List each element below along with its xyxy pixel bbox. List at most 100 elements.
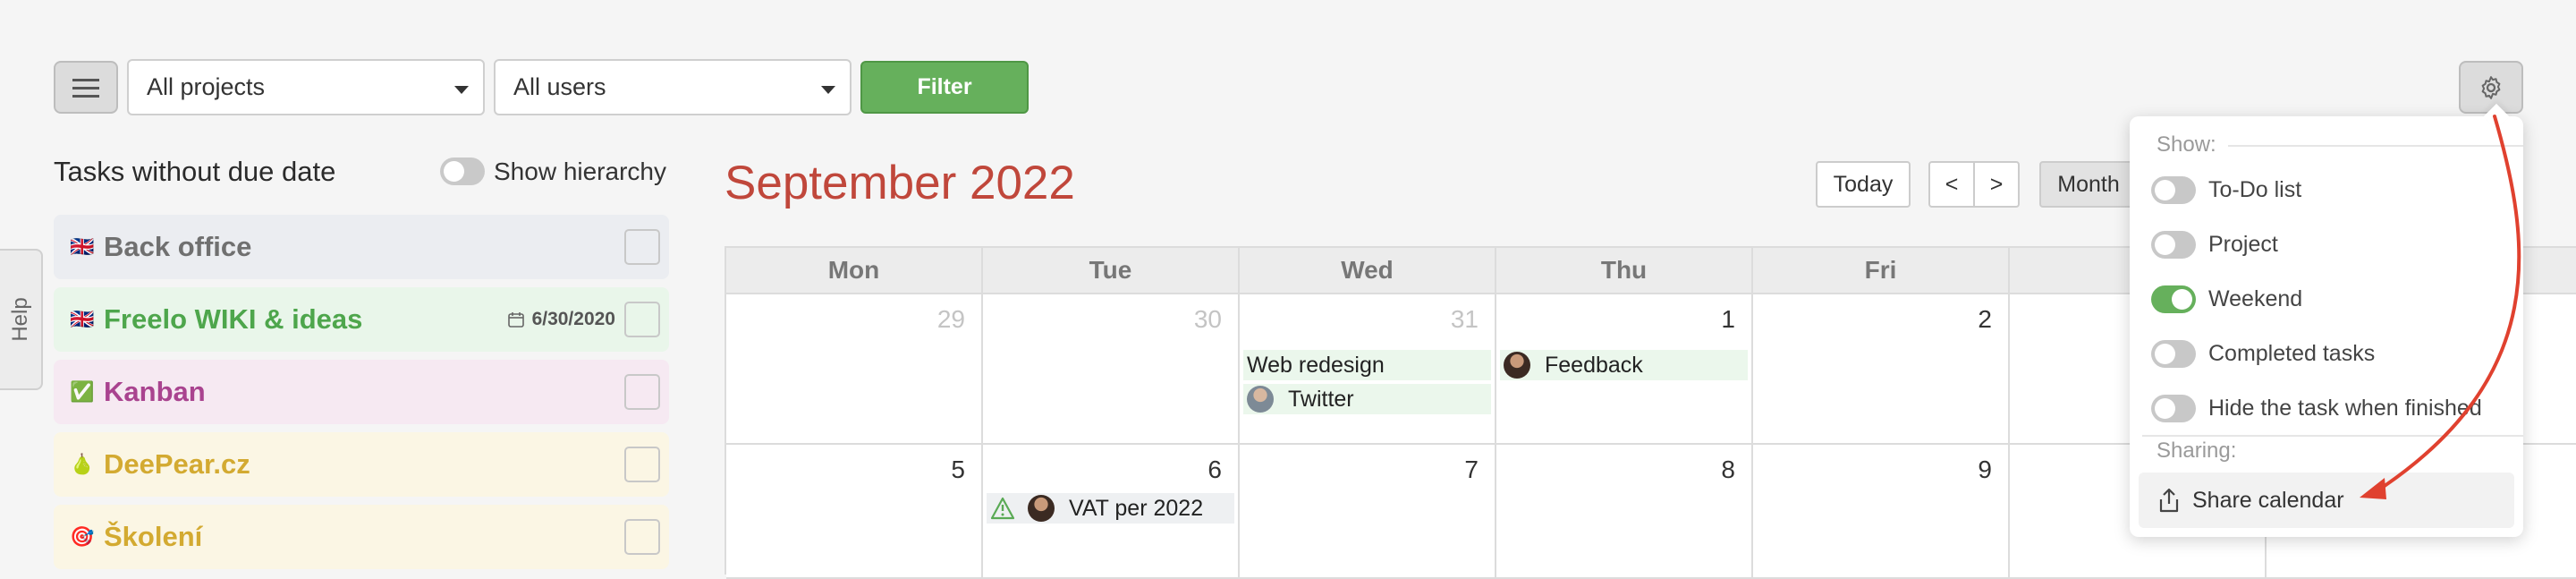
help-tab[interactable]: Help [0,249,43,390]
day-cell[interactable]: 31 Web redesign Twitter [1240,294,1496,445]
day-number: 1 [1721,305,1735,333]
toggle-knob [2155,343,2175,364]
day-number: 7 [1464,456,1479,483]
chevron-down-icon [454,86,469,94]
weekday-header: Tue [983,248,1240,294]
day-cell[interactable]: 7 [1240,445,1496,579]
option-todo-list[interactable]: To-Do list [2151,174,2301,206]
option-label: Hide the task when finished [2208,395,2482,421]
toggle-switch[interactable] [2151,394,2196,422]
calendar-icon [507,312,524,328]
task-checkbox[interactable] [624,519,660,555]
toggle-knob [2155,179,2175,200]
day-cell[interactable]: 5 [726,445,983,579]
project-icon: 🇬🇧 [70,235,95,258]
toggle-knob [2155,234,2175,255]
task-name[interactable]: DeePear.cz [104,448,250,481]
task-name[interactable]: Kanban [104,376,206,408]
task-checkbox[interactable] [624,302,660,337]
toggle-knob [2155,397,2175,419]
day-number: 29 [936,305,965,333]
gear-icon [2481,75,2501,99]
due-date-text: 6/30/2020 [531,309,615,329]
project-select[interactable]: All projects [127,59,485,115]
day-number: 5 [951,456,965,483]
weekday-header: Fri [1753,248,2010,294]
day-number: 30 [1193,305,1222,333]
user-select[interactable]: All users [494,59,852,115]
hamburger-icon [72,78,99,98]
avatar [1504,352,1530,379]
share-calendar-button[interactable]: Share calendar [2139,473,2514,528]
day-number: 6 [1208,456,1222,483]
option-hide-finished[interactable]: Hide the task when finished [2151,392,2482,424]
next-month-button[interactable]: > [1973,161,2020,208]
task-row[interactable]: 🎯 Školení [54,505,669,569]
day-cell[interactable]: 30 [983,294,1240,445]
task-name[interactable]: Školení [104,521,202,553]
month-view-button[interactable]: Month [2039,161,2138,208]
event-label: Twitter [1288,386,1354,412]
task-row[interactable]: ✅ Kanban [54,360,669,424]
task-checkbox[interactable] [624,229,660,265]
sharing-section-header: Sharing: [2157,439,2237,463]
share-calendar-label: Share calendar [2192,487,2344,513]
toggle-switch[interactable] [2151,339,2196,368]
calendar-title: September 2022 [724,157,1075,209]
event-label: Web redesign [1247,352,1385,378]
help-label: Help [8,297,32,342]
day-cell[interactable]: 29 [726,294,983,445]
calendar-event[interactable]: VAT per 2022 [987,493,1234,524]
calendar-event[interactable]: Feedback [1500,350,1748,380]
today-button[interactable]: Today [1816,161,1911,208]
day-number: 2 [1978,305,1992,333]
day-cell[interactable]: 8 [1496,445,1753,579]
prev-month-button[interactable]: < [1928,161,1975,208]
option-weekend[interactable]: Weekend [2151,283,2302,315]
project-icon: 🎯 [70,525,95,548]
task-checkbox[interactable] [624,447,660,482]
weekday-header: Thu [1496,248,1753,294]
calendar-event[interactable]: Web redesign [1243,350,1491,380]
day-cell[interactable]: 1 Feedback [1496,294,1753,445]
project-icon: 🍐 [70,453,95,475]
avatar [1247,386,1274,413]
event-label: VAT per 2022 [1069,495,1204,521]
event-label: Feedback [1545,352,1643,378]
option-label: To-Do list [2208,176,2302,202]
show-hierarchy-toggle[interactable] [440,158,485,185]
day-number: 31 [1450,305,1479,333]
toggle-switch[interactable] [2151,285,2196,313]
weekday-header: Wed [1240,248,1496,294]
task-row[interactable]: 🇬🇧 Back office [54,215,669,279]
show-hierarchy-label: Show hierarchy [494,158,666,185]
task-name[interactable]: Back office [104,231,251,263]
task-checkbox[interactable] [624,374,660,410]
day-cell[interactable]: 2 [1753,294,2010,445]
toggle-switch[interactable] [2151,175,2196,204]
task-row[interactable]: 🇬🇧 Freelo WIKI & ideas 6/30/2020 [54,287,669,352]
option-project[interactable]: Project [2151,228,2278,260]
calendar-event[interactable]: Twitter [1243,384,1491,414]
option-label: Weekend [2208,285,2303,311]
option-completed-tasks[interactable]: Completed tasks [2151,337,2375,370]
settings-button[interactable] [2459,61,2523,114]
due-date: 6/30/2020 [507,309,615,330]
settings-dropdown: Show: To-Do list Project Weekend Complet… [2130,103,2523,537]
share-icon [2159,488,2179,513]
toggle-knob [444,161,464,182]
option-label: Project [2208,231,2278,257]
day-cell[interactable]: 9 [1753,445,2010,579]
day-cell[interactable]: 6 VAT per 2022 [983,445,1240,579]
task-row[interactable]: 🍐 DeePear.cz [54,432,669,497]
chevron-down-icon [821,86,835,94]
divider [2228,145,2523,147]
project-select-value: All projects [147,73,266,100]
option-label: Completed tasks [2208,340,2376,366]
task-name[interactable]: Freelo WIKI & ideas [104,303,362,336]
filter-button[interactable]: Filter [860,61,1029,114]
menu-toggle-button[interactable] [54,61,118,114]
project-icon: ✅ [70,380,95,403]
warning-icon [990,497,1015,520]
toggle-switch[interactable] [2151,230,2196,259]
